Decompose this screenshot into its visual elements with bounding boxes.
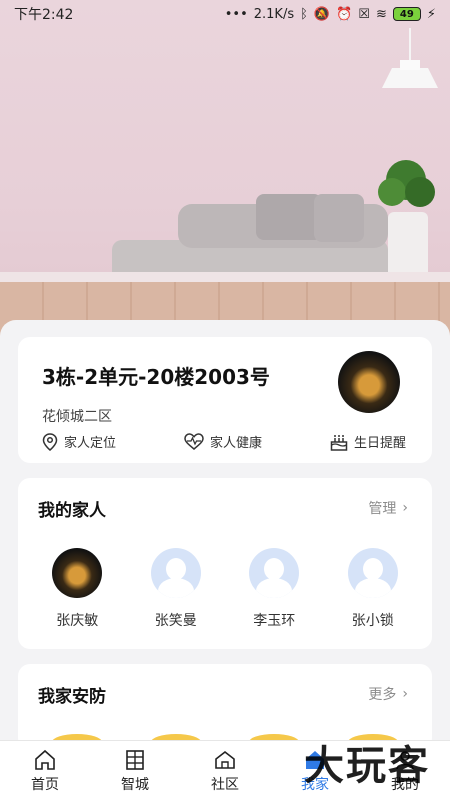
member-name: 张笑曼 <box>154 613 197 629</box>
status-bar: 下午2:42 ••• 2.1K/s ᛒ 🔕 ⏰ ☒ ≋ 49 ⚡ <box>0 0 450 28</box>
family-member[interactable]: 李玉环 <box>229 548 319 630</box>
manage-label: 管理 <box>368 501 397 517</box>
chevron-right-icon: › <box>402 686 408 702</box>
sim-icon: ☒ <box>358 6 370 22</box>
tab-label: 社区 <box>211 776 239 793</box>
family-member-list: 张庆敏 张笑曼 李玉环 张小锁 <box>18 548 432 630</box>
member-name: 张小锁 <box>351 613 394 629</box>
home-card[interactable]: 3栋-2单元-20楼2003号 花倾城二区 家人定位 家人健康 生日提醒 <box>18 337 432 463</box>
dots-icon: ••• <box>224 6 248 22</box>
default-avatar-icon <box>347 548 398 598</box>
battery-icon: 49 <box>392 7 421 21</box>
status-time: 下午2:42 <box>14 7 74 23</box>
manage-family-button[interactable]: 管理 › <box>368 498 408 518</box>
home-icon <box>35 749 55 770</box>
birthday-reminder-label: 生日提醒 <box>353 436 406 451</box>
city-building-icon <box>126 749 144 770</box>
wifi-icon: ≋ <box>375 6 387 22</box>
birthday-reminder-button[interactable]: 生日提醒 <box>330 432 406 451</box>
family-member[interactable]: 张庆敏 <box>32 548 122 630</box>
family-health-button[interactable]: 家人健康 <box>184 432 262 451</box>
bluetooth-icon: ᛒ <box>300 6 308 22</box>
family-member[interactable]: 张笑曼 <box>131 548 221 630</box>
alarm-icon: ⏰ <box>336 6 353 22</box>
family-location-button[interactable]: 家人定位 <box>42 432 116 451</box>
birthday-cake-icon <box>330 434 348 451</box>
tab-home[interactable]: 首页 <box>0 741 90 800</box>
heart-pulse-icon <box>184 432 204 450</box>
home-avatar[interactable] <box>338 351 400 413</box>
community-house-icon <box>215 750 235 769</box>
security-card-title: 我家安防 <box>38 687 106 707</box>
default-avatar-icon <box>150 548 201 598</box>
family-card-title: 我的家人 <box>38 501 106 521</box>
security-more-button[interactable]: 更多 › <box>368 684 408 704</box>
network-speed: 2.1K/s <box>253 6 295 22</box>
family-location-label: 家人定位 <box>64 436 117 451</box>
family-health-label: 家人健康 <box>209 436 262 451</box>
mute-icon: 🔕 <box>313 6 331 22</box>
member-name: 张庆敏 <box>56 613 99 629</box>
tab-community[interactable]: 社区 <box>180 741 270 800</box>
watermark-logo: 大玩客 <box>304 742 430 789</box>
more-label: 更多 <box>368 687 397 703</box>
tab-label: 首页 <box>31 776 59 793</box>
home-actions: 家人定位 家人健康 生日提醒 <box>42 432 406 451</box>
charging-icon: ⚡ <box>426 6 436 22</box>
family-card: 我的家人 管理 › 张庆敏 张笑曼 李玉环 张小锁 <box>18 478 432 649</box>
default-avatar-icon <box>249 548 300 598</box>
tab-label: 智城 <box>121 776 149 793</box>
tab-smart-city[interactable]: 智城 <box>90 741 180 800</box>
chevron-right-icon: › <box>402 500 408 516</box>
hero-room-image <box>0 0 450 340</box>
family-member[interactable]: 张小锁 <box>328 548 418 630</box>
location-pin-icon <box>42 432 58 451</box>
member-name: 李玉环 <box>253 613 296 629</box>
member-avatar <box>52 548 103 598</box>
